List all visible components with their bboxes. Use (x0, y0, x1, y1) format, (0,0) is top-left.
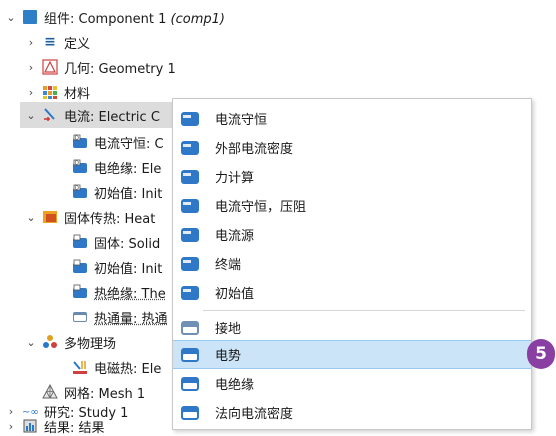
menu-item-label: 电流源 (215, 229, 255, 244)
ht-child-label: 热绝缘: The (94, 286, 166, 302)
menu-item-label: 电势 (215, 349, 242, 364)
electromagnetic-heating-icon (72, 359, 88, 375)
results-label: 结果: 结果 (44, 420, 105, 436)
domain-feature-icon (181, 256, 199, 271)
component-label: 组件: Component 1 (comp1) (44, 8, 225, 27)
menu-item-electric-potential[interactable]: 电势 (173, 340, 531, 369)
tree-node-ec-child[interactable]: D 初始值: Init (72, 179, 162, 205)
tree-node-ht-child[interactable]: 热通量: 热通 (72, 304, 168, 330)
heat-transfer-icon (42, 209, 58, 225)
geometry-icon (42, 59, 58, 75)
geometry-label: 几何: Geometry 1 (64, 61, 176, 77)
menu-item-label: 初始值 (215, 287, 255, 302)
domain-feature-icon (181, 169, 199, 184)
domain-node-icon (72, 234, 88, 250)
tree-node-electric-currents[interactable]: ⌄ 电流: Electric C (20, 102, 176, 128)
domain-feature-icon (181, 198, 199, 213)
multiphysics-icon (42, 334, 58, 350)
materials-icon (42, 84, 58, 100)
menu-item-label: 电流守恒 (215, 113, 268, 128)
component-name: 组件: Component 1 (44, 11, 167, 27)
definitions-label: 定义 (64, 36, 91, 52)
step-badge: 5 (527, 339, 555, 369)
chevron-down-icon[interactable]: ⌄ (24, 211, 38, 224)
chevron-right-icon[interactable]: › (24, 61, 38, 74)
ec-child-label: 电流守恒: C (94, 136, 164, 152)
menu-item-force-calculation[interactable]: 力计算 (173, 162, 531, 191)
ht-child-label: 固体: Solid (94, 236, 161, 252)
menu-item-ground[interactable]: 接地 (173, 313, 531, 342)
tree-node-geometry[interactable]: › 几何: Geometry 1 (24, 54, 176, 80)
menu-item-current-conservation[interactable]: 电流守恒 (173, 104, 531, 133)
domain-node-icon (72, 259, 88, 275)
multiphysics-label: 多物理场 (64, 336, 117, 352)
boundary-node-icon (72, 309, 88, 325)
menu-item-label: 电绝缘 (215, 378, 255, 393)
svg-text:D: D (75, 161, 79, 167)
materials-label: 材料 (64, 86, 91, 102)
menu-item-current-source[interactable]: 电流源 (173, 220, 531, 249)
heat-transfer-label: 固体传热: Heat (64, 211, 156, 227)
tree-node-component[interactable]: ⌄ 组件: Component 1 (comp1) (4, 4, 225, 30)
domain-feature-icon (181, 140, 199, 155)
boundary-feature-icon (181, 320, 199, 335)
context-menu: 电流守恒 外部电流密度 力计算 电流守恒，压阻 电流源 终端 初始值 接地 电势… (172, 98, 532, 430)
menu-item-external-current-density[interactable]: 外部电流密度 (173, 133, 531, 162)
boundary-node-icon: D (72, 159, 88, 175)
boundary-feature-icon (181, 347, 199, 362)
ht-child-label: 初始值: Init (94, 261, 163, 277)
domain-node-icon: D (72, 134, 88, 150)
menu-item-label: 外部电流密度 (215, 142, 294, 157)
domain-node-icon: D (72, 184, 88, 200)
menu-item-label: 接地 (215, 322, 242, 337)
tree-node-multiphysics[interactable]: ⌄ 多物理场 (24, 329, 116, 355)
ec-child-label: 初始值: Init (94, 186, 163, 202)
boundary-feature-icon (181, 376, 199, 391)
chevron-down-icon[interactable]: ⌄ (24, 336, 38, 349)
menu-item-label: 电流守恒，压阻 (215, 200, 307, 215)
chevron-down-icon[interactable]: ⌄ (4, 11, 18, 24)
domain-feature-icon (181, 285, 199, 300)
chevron-right-icon[interactable]: › (24, 36, 38, 49)
boundary-feature-icon (181, 405, 199, 420)
menu-item-label: 终端 (215, 258, 242, 273)
tree-node-mp-child[interactable]: 电磁热: Ele (72, 354, 161, 380)
ht-child-label: 热通量: 热通 (94, 311, 168, 327)
tree-node-ht-child[interactable]: 热绝缘: The (72, 279, 166, 305)
mp-child-label: 电磁热: Ele (94, 361, 162, 377)
tree-node-results[interactable]: › 结果: 结果 (4, 416, 105, 436)
domain-feature-icon (181, 111, 199, 126)
svg-text:D: D (75, 186, 79, 192)
menu-item-initial-values[interactable]: 初始值 (173, 278, 531, 307)
tree-node-definitions[interactable]: › ≡ 定义 (24, 29, 90, 55)
tree-node-heat-transfer[interactable]: ⌄ 固体传热: Heat (24, 204, 155, 230)
menu-separator (203, 310, 525, 311)
component-tag: (comp1) (170, 11, 225, 27)
menu-item-label: 力计算 (215, 171, 255, 186)
ec-child-label: 电绝缘: Ele (94, 161, 162, 177)
tree-node-ht-child[interactable]: 初始值: Init (72, 254, 162, 280)
chevron-right-icon[interactable]: › (4, 420, 18, 433)
boundary-node-icon (72, 284, 88, 300)
menu-item-terminal[interactable]: 终端 (173, 249, 531, 278)
svg-text:D: D (75, 136, 79, 142)
electric-currents-label: 电流: Electric C (64, 109, 160, 125)
electric-currents-icon (42, 107, 58, 123)
menu-item-electric-insulation[interactable]: 电绝缘 (173, 369, 531, 398)
chevron-right-icon[interactable]: › (24, 86, 38, 99)
tree-node-ec-child[interactable]: D 电绝缘: Ele (72, 154, 161, 180)
menu-item-normal-current-density[interactable]: 法向电流密度 (173, 398, 531, 427)
tree-node-ht-child[interactable]: 固体: Solid (72, 229, 160, 255)
menu-item-label: 法向电流密度 (215, 407, 294, 422)
component-icon (22, 9, 38, 25)
menu-item-piezoresistive[interactable]: 电流守恒，压阻 (173, 191, 531, 220)
domain-feature-icon (181, 227, 199, 242)
definitions-icon: ≡ (44, 34, 56, 50)
chevron-down-icon[interactable]: ⌄ (24, 109, 38, 122)
tree-node-ec-child[interactable]: D 电流守恒: C (72, 129, 164, 155)
